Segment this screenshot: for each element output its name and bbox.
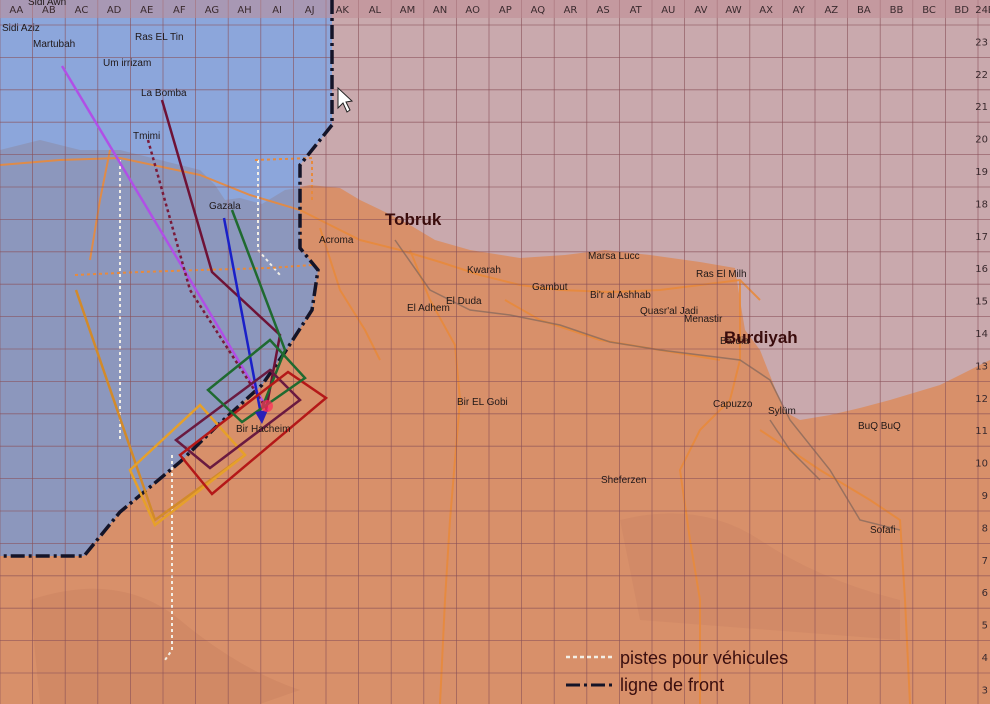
column-label: AX	[759, 5, 773, 16]
row-label: 17	[975, 232, 988, 243]
column-label: AC	[75, 5, 89, 16]
row-label: 11	[975, 426, 988, 437]
map-canvas[interactable]: AA AB AC AD AE AF AG AH AI AJ AK AL AM AN AO AP AQ AR AS AT…	[0, 0, 990, 704]
column-label: AF	[173, 5, 186, 16]
row-label: 21	[975, 102, 988, 113]
column-label: AS	[596, 5, 609, 16]
place-buq-buq: BuQ BuQ	[858, 421, 901, 432]
row-label: 13	[975, 361, 988, 372]
row-label: 24	[975, 5, 988, 16]
place-bir-al-ashhab: Bi'r al Ashhab	[590, 290, 651, 301]
row-label: 5	[982, 621, 988, 632]
place-kwarah: Kwarah	[467, 265, 501, 276]
row-label: 20	[975, 135, 988, 146]
place-ras-el-milh: Ras El Milh	[696, 269, 747, 280]
column-label: AK	[336, 5, 350, 16]
row-label: 14	[975, 329, 988, 340]
place-el-duda: El Duda	[446, 296, 482, 307]
row-label: 4	[982, 653, 988, 664]
column-label: AD	[107, 5, 122, 16]
place-sylum: Sylüm	[768, 406, 796, 417]
legend-front-label: ligne de front	[620, 675, 724, 695]
column-label: AL	[369, 5, 382, 16]
row-label: 16	[975, 264, 988, 275]
column-label: BD	[954, 5, 969, 16]
place-marsa-lucc: Marsa Lucc	[588, 251, 640, 262]
column-label: AE	[140, 5, 153, 16]
column-label: AY	[793, 5, 806, 16]
column-label: AA	[9, 5, 23, 16]
column-label: AG	[205, 5, 219, 16]
place-ras-el-tin: Ras EL Tin	[135, 32, 184, 43]
column-label: AM	[400, 5, 415, 16]
tactical-map: AA AB AC AD AE AF AG AH AI AJ AK AL AM AN AO AP AQ AR AS AT…	[0, 0, 990, 704]
row-label: 22	[975, 70, 988, 81]
column-label: AV	[694, 5, 707, 16]
row-label: 18	[975, 199, 988, 210]
place-martubah: Martubah	[33, 39, 75, 50]
place-gambut: Gambut	[532, 282, 568, 293]
column-label: BB	[890, 5, 904, 16]
place-gazala: Gazala	[209, 201, 241, 212]
column-label: AZ	[824, 5, 838, 16]
column-label: AJ	[305, 5, 315, 16]
column-label: AW	[725, 5, 741, 16]
place-menastir: Menastir	[684, 314, 723, 325]
column-label: AP	[499, 5, 512, 16]
place-el-adhem: El Adhem	[407, 303, 450, 314]
column-label: AQ	[531, 5, 546, 16]
row-label: 9	[982, 491, 988, 502]
column-label: AT	[630, 5, 643, 16]
place-umm-rizzam: Um irrizam	[103, 58, 151, 69]
place-tobruk: Tobruk	[385, 210, 442, 229]
place-sofafi: Sofafi	[870, 525, 896, 536]
row-label: 8	[982, 523, 988, 534]
column-label: AO	[465, 5, 480, 16]
row-label: 19	[975, 167, 988, 178]
place-bir-el-gobi: Bir EL Gobi	[457, 397, 508, 408]
column-label: AU	[661, 5, 675, 16]
column-label: AR	[564, 5, 578, 16]
place-sidi-aziz: Sidi Aziz	[2, 23, 40, 34]
place-acroma: Acroma	[319, 235, 354, 246]
place-sheferzen: Sheferzen	[601, 475, 647, 486]
place-bir-hacheim: Bir Hacheim	[236, 424, 290, 435]
column-label: AN	[433, 5, 447, 16]
legend-track-label: pistes pour véhicules	[620, 648, 788, 668]
row-label: 23	[975, 37, 988, 48]
row-label: 10	[975, 459, 988, 470]
column-label: BA	[857, 5, 871, 16]
place-tmimi: Tmimi	[133, 131, 160, 142]
column-label: AH	[237, 5, 251, 16]
row-label: 15	[975, 297, 988, 308]
row-label: 6	[982, 588, 988, 599]
column-label: BC	[922, 5, 936, 16]
column-label: AI	[272, 5, 282, 16]
place-sidi-awn: Sidi Awn	[28, 0, 66, 8]
place-la-bomba: La Bomba	[141, 88, 187, 99]
place-burdiyah: Burdiyah	[724, 328, 798, 347]
row-label: 7	[982, 556, 988, 567]
place-capuzzo: Capuzzo	[713, 399, 753, 410]
row-label: 3	[982, 685, 988, 696]
row-label: 12	[975, 394, 988, 405]
